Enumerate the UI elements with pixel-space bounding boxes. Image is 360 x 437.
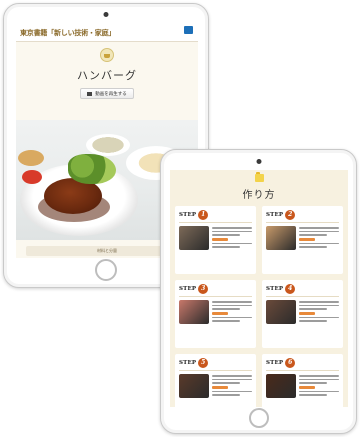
camera-dot (103, 12, 109, 17)
step-divider (266, 296, 339, 297)
step-number-badge: 4 (285, 283, 296, 294)
home-button[interactable] (248, 408, 269, 428)
step-word: STEP (179, 211, 197, 218)
step-divider (179, 296, 252, 297)
step-card: STEP 6 (262, 354, 343, 407)
step-word: STEP (266, 211, 284, 218)
publisher-header: 東京書籍「新しい技術・家庭」 (16, 24, 198, 42)
step-divider (266, 370, 339, 371)
folder-icon (254, 172, 264, 182)
step-divider (266, 222, 339, 223)
step-card: STEP 1 (175, 206, 256, 274)
step-photo (179, 300, 209, 324)
step-label: STEP 1 (179, 209, 252, 220)
step-word: STEP (179, 359, 197, 366)
step-text-lines (299, 226, 339, 250)
recipe-header: ハンバーグ 動画を再生する (16, 42, 198, 120)
step-divider (179, 370, 252, 371)
step-photo (266, 226, 296, 250)
camera-dot (256, 159, 261, 164)
steps-header: 作り方 (170, 170, 348, 206)
step-number-badge: 5 (198, 357, 209, 368)
step-photo (179, 226, 209, 250)
steps-screen: 作り方 STEP 1 STEP 2 STEP 3 STEP 4 STEP 5 STEP 6 (170, 170, 348, 407)
step-text-lines (299, 374, 339, 398)
step-text-lines (299, 300, 339, 324)
step-text-lines (212, 300, 252, 324)
publisher-title: 東京書籍「新しい技術・家庭」 (20, 28, 116, 37)
step-label: STEP 2 (266, 209, 339, 220)
step-body (266, 374, 339, 398)
step-photo (179, 374, 209, 398)
step-number-badge: 6 (285, 357, 296, 368)
step-label: STEP 3 (179, 283, 252, 294)
step-label: STEP 4 (266, 283, 339, 294)
step-body (179, 226, 252, 250)
step-card: STEP 5 (175, 354, 256, 407)
step-text-lines (212, 226, 252, 250)
step-body (266, 300, 339, 324)
step-number-badge: 2 (285, 209, 296, 220)
home-button[interactable] (95, 259, 117, 281)
tablet-steps: 作り方 STEP 1 STEP 2 STEP 3 STEP 4 STEP 5 STEP 6 (160, 149, 357, 434)
step-body (179, 374, 252, 398)
step-word: STEP (266, 285, 284, 292)
step-divider (179, 222, 252, 223)
play-video-button[interactable]: 動画を再生する (80, 88, 134, 99)
tokyo-shoseki-logo-icon (183, 26, 194, 39)
step-card: STEP 4 (262, 280, 343, 348)
step-label: STEP 5 (179, 357, 252, 368)
step-word: STEP (266, 359, 284, 366)
cooking-pot-icon (100, 48, 114, 62)
step-number-badge: 3 (198, 283, 209, 294)
step-photo (266, 300, 296, 324)
step-word: STEP (179, 285, 197, 292)
step-body (266, 226, 339, 250)
step-body (179, 300, 252, 324)
steps-grid: STEP 1 STEP 2 STEP 3 STEP 4 STEP 5 STEP 6 (170, 206, 348, 407)
step-photo (266, 374, 296, 398)
play-video-label: 動画を再生する (95, 91, 127, 97)
step-number-badge: 1 (198, 209, 209, 220)
step-card: STEP 3 (175, 280, 256, 348)
step-card: STEP 2 (262, 206, 343, 274)
steps-title: 作り方 (242, 190, 276, 201)
dish-title: ハンバーグ (77, 69, 137, 82)
step-text-lines (212, 374, 252, 398)
film-icon (87, 91, 93, 96)
step-label: STEP 6 (266, 357, 339, 368)
